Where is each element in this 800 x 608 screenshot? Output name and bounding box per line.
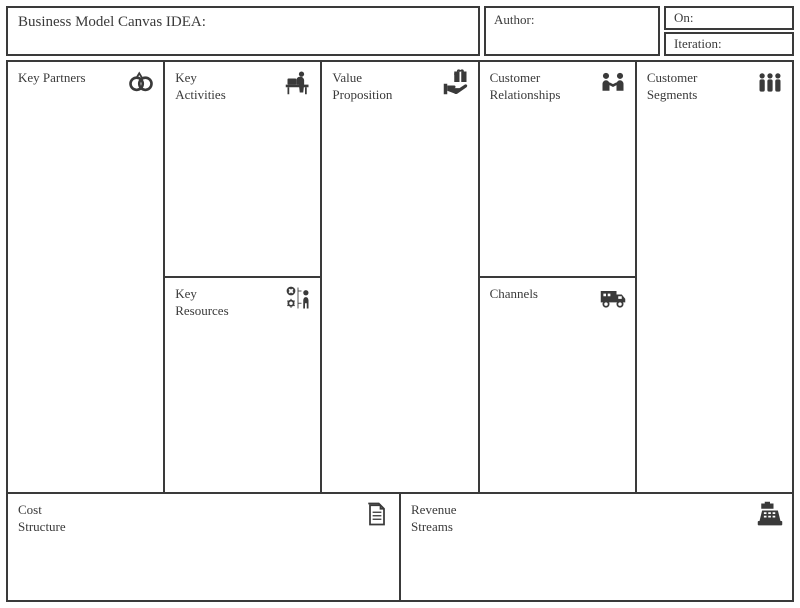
block-key-resources[interactable]: Key Resources xyxy=(165,278,320,492)
block-key-activities[interactable]: Key Activities xyxy=(165,62,320,278)
handshake-icon xyxy=(599,68,627,96)
gift-hand-icon xyxy=(442,68,470,96)
block-label: Value Proposition xyxy=(332,70,402,104)
meta-column: On: Iteration: xyxy=(664,6,794,56)
rings-icon xyxy=(127,68,155,96)
block-label: Revenue Streams xyxy=(411,502,481,536)
iteration-label: Iteration: xyxy=(674,36,722,51)
block-label: Key Resources xyxy=(175,286,245,320)
author-cell[interactable]: Author: xyxy=(484,6,660,56)
truck-icon xyxy=(599,284,627,312)
block-label: Customer Segments xyxy=(647,70,717,104)
block-label: Cost Structure xyxy=(18,502,88,536)
title-label: Business Model Canvas IDEA: xyxy=(18,14,206,30)
block-revenue-streams[interactable]: Revenue Streams xyxy=(401,494,792,600)
author-label: Author: xyxy=(494,12,534,27)
documents-icon xyxy=(363,500,391,528)
block-value-proposition[interactable]: Value Proposition xyxy=(322,62,479,492)
block-key-partners[interactable]: Key Partners xyxy=(8,62,165,492)
block-label: Customer Relationships xyxy=(490,70,560,104)
block-label: Channels xyxy=(490,286,560,303)
block-label: Key Partners xyxy=(18,70,88,87)
col-activities-resources: Key Activities Key Resources xyxy=(165,62,322,492)
people-group-icon xyxy=(756,68,784,96)
block-cost-structure[interactable]: Cost Structure xyxy=(8,494,401,600)
title-cell[interactable]: Business Model Canvas IDEA: xyxy=(6,6,480,56)
resources-icon xyxy=(284,284,312,312)
lower-row: Cost Structure Revenue Streams xyxy=(8,492,792,600)
block-label: Key Activities xyxy=(175,70,245,104)
on-label: On: xyxy=(674,10,694,25)
col-relationships-channels: Customer Relationships Channels xyxy=(480,62,637,492)
desk-worker-icon xyxy=(284,68,312,96)
on-cell[interactable]: On: xyxy=(664,6,794,30)
canvas-header: Business Model Canvas IDEA: Author: On: … xyxy=(6,6,794,56)
canvas-grid: Key Partners Key Activities Key Resource… xyxy=(6,60,794,602)
block-customer-relationships[interactable]: Customer Relationships xyxy=(480,62,635,278)
upper-row: Key Partners Key Activities Key Resource… xyxy=(8,62,792,492)
block-customer-segments[interactable]: Customer Segments xyxy=(637,62,792,492)
block-channels[interactable]: Channels xyxy=(480,278,635,492)
cash-register-icon xyxy=(756,500,784,528)
iteration-cell[interactable]: Iteration: xyxy=(664,32,794,56)
